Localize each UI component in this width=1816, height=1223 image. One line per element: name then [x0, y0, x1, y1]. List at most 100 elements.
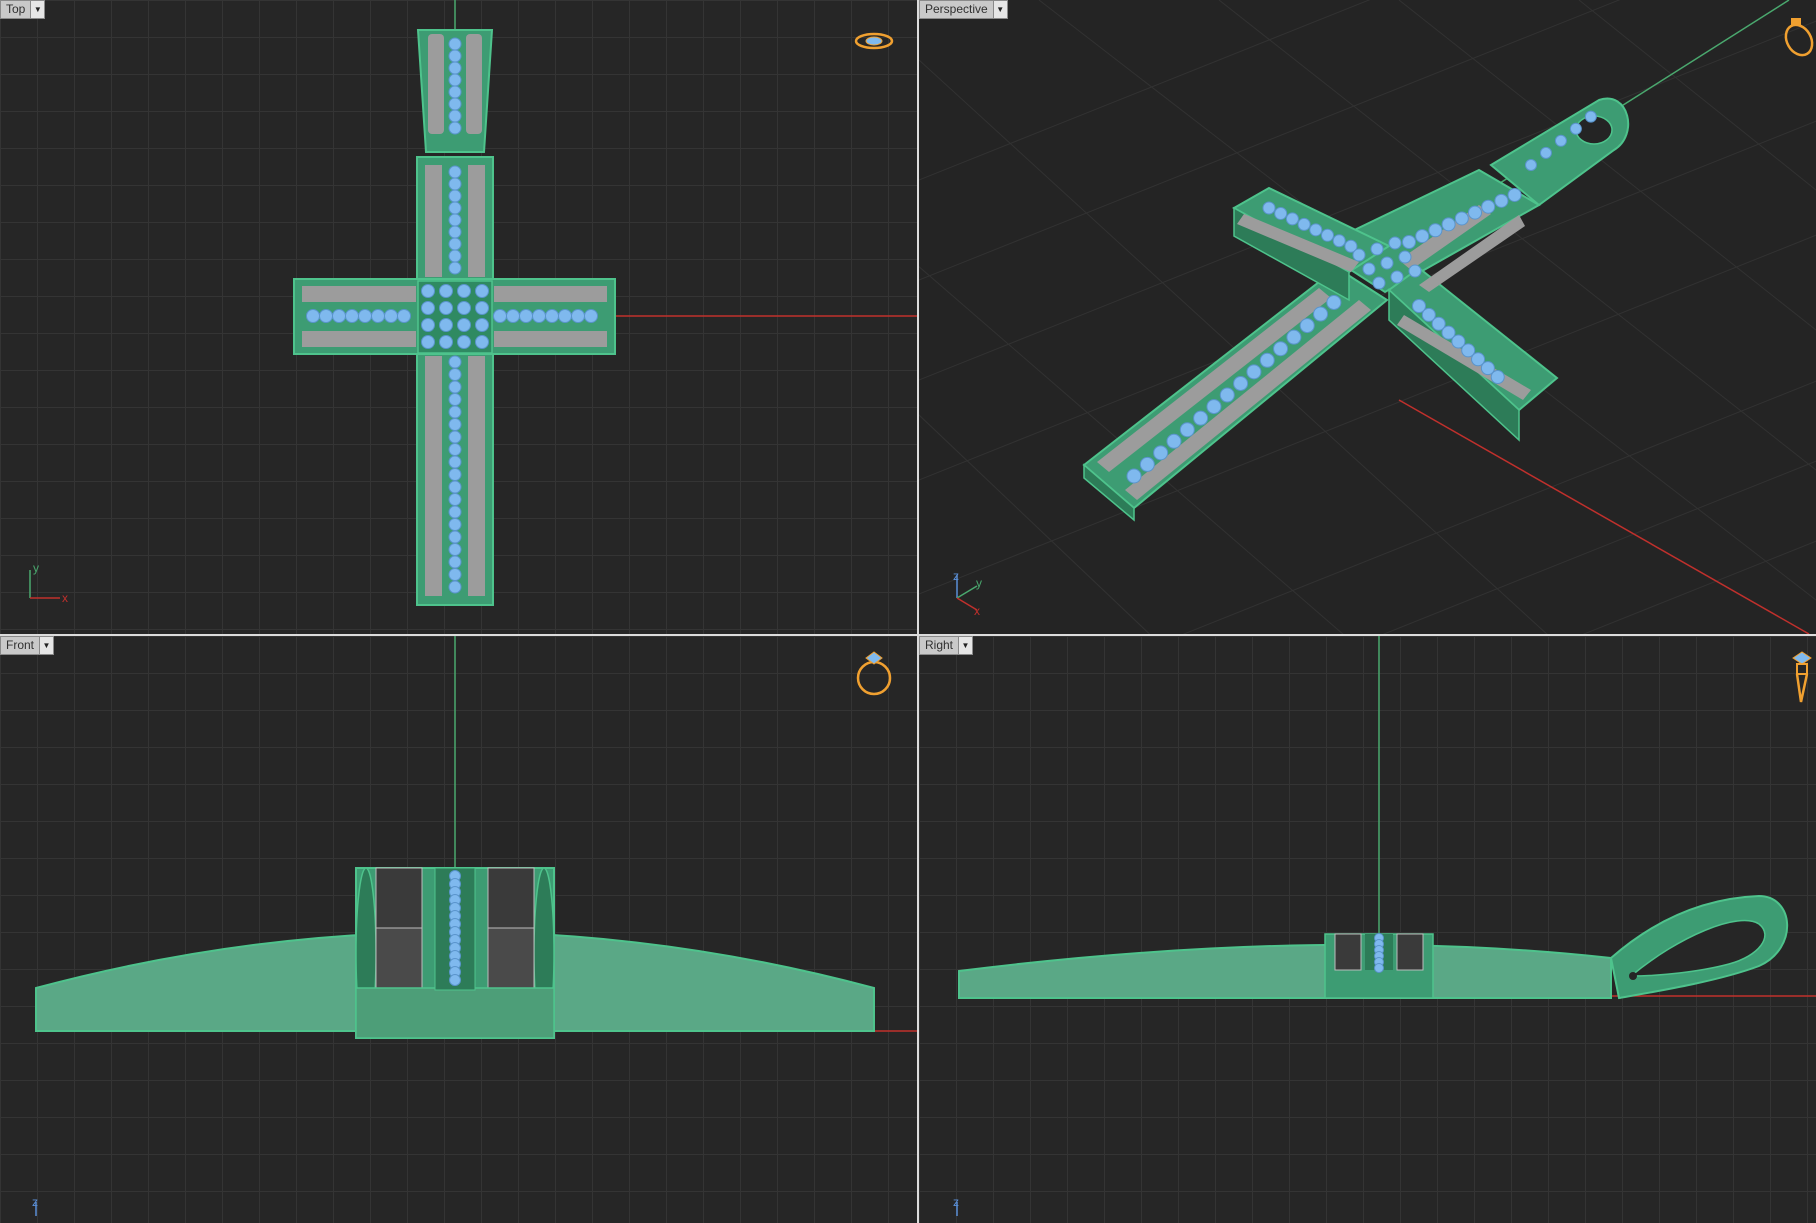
stone-group [449, 870, 461, 986]
gemstone [371, 309, 385, 323]
gemstone [1584, 110, 1597, 123]
gemstone [506, 309, 520, 323]
gemstone [1454, 211, 1469, 226]
gemstone [448, 543, 462, 556]
gemstone [319, 309, 333, 323]
chevron-down-icon[interactable]: ▼ [992, 1, 1007, 18]
right-view-canvas[interactable]: z [919, 636, 1816, 1223]
gemstone [448, 493, 462, 506]
ring-icon[interactable] [854, 32, 894, 50]
axis-label-x: x [62, 591, 68, 605]
gemstone [448, 73, 462, 87]
gemstone [1332, 234, 1346, 248]
ring-icon[interactable] [1781, 18, 1816, 60]
front-view-canvas[interactable]: z [0, 636, 917, 1223]
gemstone [421, 335, 435, 349]
gemstone [475, 335, 489, 349]
axis-label-y: y [33, 561, 39, 575]
gemstone [1153, 445, 1169, 461]
gemstone [1554, 134, 1567, 147]
ring-icon[interactable] [1792, 651, 1812, 703]
gemstone [1490, 370, 1505, 385]
gemstone [448, 261, 462, 275]
viewport-front[interactable]: z Front ▼ [0, 636, 917, 1223]
metal-strip [466, 34, 482, 134]
stone-group [1374, 933, 1384, 973]
axis-label-z: z [953, 569, 959, 583]
gemstone [1126, 468, 1142, 484]
gemstone [1428, 223, 1443, 238]
gemstone [448, 580, 462, 594]
gemstone [421, 318, 435, 332]
viewport-tab-perspective[interactable]: Perspective ▼ [919, 0, 1008, 19]
viewport-right[interactable]: z Right ▼ [919, 636, 1816, 1223]
gemstone [1390, 270, 1404, 284]
chevron-down-icon[interactable]: ▼ [958, 637, 973, 654]
gemstone [475, 301, 489, 315]
gemstone [448, 455, 462, 469]
viewport-perspective[interactable]: z y x Perspective ▼ [919, 0, 1816, 634]
axis-label-z: z [32, 1195, 38, 1209]
gemstone [1286, 329, 1302, 345]
gemstone [1193, 410, 1209, 426]
cross-right-profile [958, 943, 1612, 999]
gemstone [448, 393, 462, 406]
viewport-tab-front[interactable]: Front ▼ [0, 636, 55, 655]
gemstone [448, 49, 462, 63]
gemstone [448, 443, 462, 456]
gemstone [558, 309, 572, 323]
metal-strip [494, 331, 607, 347]
gemstone [1370, 242, 1384, 256]
gemstone [1372, 276, 1386, 290]
viewport-divider-horizontal[interactable] [0, 634, 1816, 636]
metal-strip [425, 165, 442, 277]
gemstone [1468, 205, 1482, 220]
gemstone [1398, 250, 1412, 264]
gemstone [1274, 206, 1288, 220]
ring-icon[interactable] [856, 651, 892, 696]
gemstone [448, 237, 462, 251]
metal-strip [494, 286, 607, 302]
gemstone [1179, 422, 1195, 438]
gemstone [448, 418, 462, 431]
viewport-top[interactable]: Top ▼ y x [0, 0, 917, 634]
gemstone [457, 318, 471, 332]
gemstone [1139, 456, 1155, 472]
gemstone [448, 505, 462, 519]
gemstone [1262, 201, 1276, 215]
gemstone [448, 380, 462, 394]
gemstone [439, 301, 453, 315]
gemstone [584, 309, 598, 323]
perspective-view-canvas[interactable]: z y x [919, 0, 1816, 634]
gemstone [448, 177, 462, 191]
gemstone [1441, 217, 1456, 232]
gemstone [1481, 199, 1496, 214]
gemstone [448, 61, 462, 75]
gemstone [345, 309, 359, 323]
x-axis-line [1398, 399, 1810, 634]
gemstone [1321, 228, 1334, 242]
gemstone [1402, 235, 1416, 249]
gemstone [475, 284, 489, 298]
gemstone [306, 309, 320, 323]
gemstone [1539, 146, 1552, 159]
chevron-down-icon[interactable]: ▼ [39, 637, 54, 654]
gemstone [1388, 236, 1402, 250]
gemstone [384, 309, 398, 323]
gemstone [1415, 229, 1430, 244]
metal-strip [428, 34, 444, 134]
metal-strip [468, 356, 485, 596]
gemstone [1273, 341, 1289, 357]
viewport-divider-vertical[interactable] [917, 0, 919, 1223]
gemstone [1299, 318, 1315, 334]
gemstone [475, 318, 489, 332]
gemstone [332, 309, 346, 323]
gemstone [448, 85, 462, 99]
gemstone [1408, 264, 1422, 278]
viewport-tab-right[interactable]: Right ▼ [919, 636, 974, 655]
gemstone [448, 213, 462, 227]
gemstone [448, 109, 462, 123]
top-view-canvas[interactable]: y x [0, 0, 917, 634]
gemstone [448, 37, 462, 51]
axis-label-x: x [974, 604, 980, 618]
